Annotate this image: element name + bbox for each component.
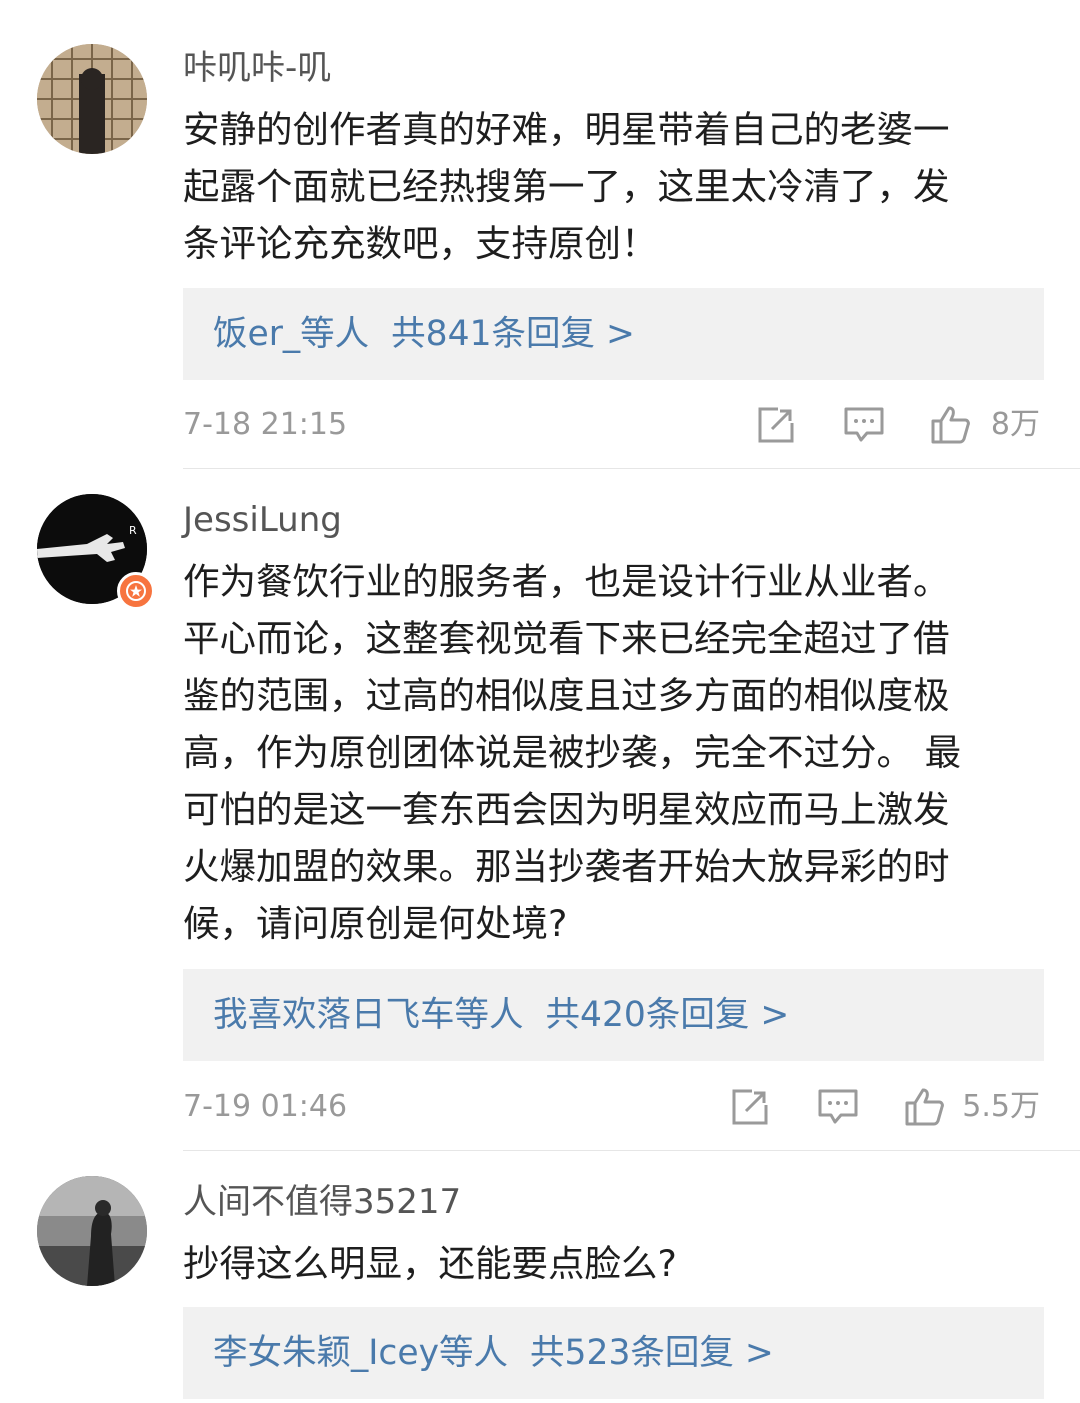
replies-total: 共841条回复 >: [391, 314, 635, 354]
avatar-image: [37, 1176, 147, 1286]
replies-total: 共523条回复 >: [530, 1333, 774, 1373]
avatar[interactable]: [37, 44, 147, 154]
avatar-image: [37, 44, 147, 154]
replies-summary[interactable]: 我喜欢落日飞车等人 共420条回复 >: [183, 969, 1044, 1061]
like-count: 5.5万: [962, 1089, 1040, 1124]
username[interactable]: JessiLung: [183, 500, 342, 540]
verified-badge-icon: [117, 572, 155, 610]
username[interactable]: 咔叽咔-叽: [183, 48, 331, 88]
comment-icon[interactable]: [843, 405, 885, 445]
replies-summary[interactable]: 李女朱颖_Icey等人 共523条回复 >: [183, 1307, 1044, 1399]
replies-total: 共420条回复 >: [545, 995, 790, 1035]
replies-users: 饭er_等人: [213, 314, 370, 354]
share-icon[interactable]: [756, 405, 796, 445]
timestamp: 7-18 21:15: [183, 407, 348, 442]
thumbs-up-icon[interactable]: [904, 1087, 946, 1127]
replies-summary[interactable]: 饭er_等人 共841条回复 >: [183, 288, 1044, 380]
thumbs-up-icon[interactable]: [930, 405, 972, 445]
share-icon[interactable]: [730, 1087, 770, 1127]
comment-icon[interactable]: [817, 1087, 859, 1127]
username[interactable]: 人间不值得35217: [183, 1182, 461, 1222]
timestamp: 7-19 01:46: [183, 1089, 348, 1124]
like-count: 8万: [990, 407, 1040, 442]
comment-text: 作为餐饮行业的服务者，也是设计行业从业者。 平心而论，这整套视觉看下来已经完全超…: [183, 560, 962, 945]
replies-users: 我喜欢落日飞车等人: [213, 995, 524, 1035]
comment-meta: 7-19 01:46 5.5万: [183, 1087, 1044, 1127]
comment-text: 安静的创作者真的好难，明星带着自己的老婆一 起露个面就已经热搜第一了，这里太冷清…: [183, 108, 950, 265]
svg-text:R: R: [129, 524, 137, 537]
comment-meta: 7-18 21:15 8万: [183, 405, 1044, 445]
replies-users: 李女朱颖_Icey等人: [213, 1333, 509, 1373]
comment-text: 抄得这么明显，还能要点脸么?: [183, 1242, 677, 1285]
avatar[interactable]: R: [37, 494, 155, 610]
avatar[interactable]: [37, 1176, 147, 1286]
divider: [183, 1150, 1080, 1151]
divider: [183, 468, 1080, 469]
